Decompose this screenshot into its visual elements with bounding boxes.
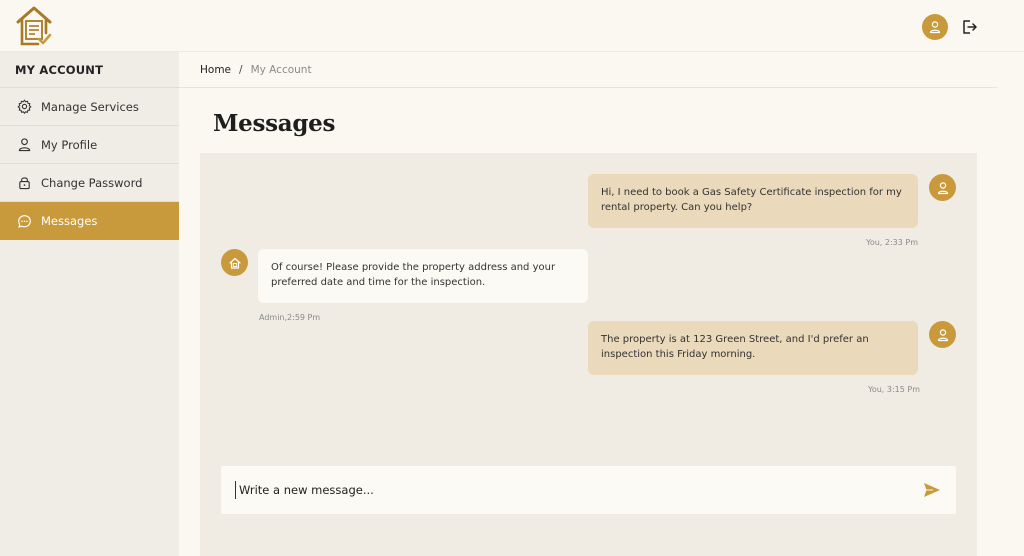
message-bubble-user: Hi, I need to book a Gas Safety Certific… [588,174,918,228]
send-icon [924,483,940,497]
message-meta: You, 3:15 Pm [868,385,920,394]
user-avatar [929,321,956,348]
sidebar-item-messages[interactable]: Messages [0,202,179,240]
page-title: Messages [213,110,336,137]
message-meta: Admin,2:59 Pm [259,313,321,322]
lock-icon [16,175,32,191]
logout-icon [963,20,977,34]
breadcrumb-separator: / [239,64,243,76]
user-icon [937,181,948,194]
sidebar-item-label: Change Password [41,175,143,190]
user-avatar [929,174,956,201]
message-bubble-user: The property is at 123 Green Street, and… [588,321,918,375]
breadcrumb-divider [179,87,997,88]
gear-icon [16,99,32,115]
chat-icon [16,213,32,229]
message-text: Of course! Please provide the property a… [271,262,556,288]
user-icon [16,137,32,153]
message-composer [221,466,956,514]
message-input[interactable] [235,481,905,499]
house-icon [228,257,241,269]
sidebar-item-label: Manage Services [41,99,139,114]
sidebar-item-my-profile[interactable]: My Profile [0,126,179,164]
message-text: The property is at 123 Green Street, and… [601,334,869,360]
message-text: Hi, I need to book a Gas Safety Certific… [601,187,902,213]
top-bar [0,0,1024,52]
logout-button[interactable] [958,16,980,38]
sidebar-title: MY ACCOUNT [0,52,179,88]
user-avatar[interactable] [922,14,948,40]
house-document-logo-icon[interactable] [15,5,53,47]
sidebar-item-change-password[interactable]: Change Password [0,164,179,202]
breadcrumb-current: My Account [250,64,312,76]
user-icon [929,21,941,34]
message-meta: You, 2:33 Pm [866,238,918,247]
user-icon [937,328,948,341]
sidebar-item-manage-services[interactable]: Manage Services [0,88,179,126]
message-bubble-admin: Of course! Please provide the property a… [258,249,588,303]
breadcrumb: Home / My Account [200,64,312,76]
admin-avatar [221,249,248,276]
sidebar-item-label: My Profile [41,137,98,152]
breadcrumb-home-link[interactable]: Home [200,64,231,76]
sidebar: MY ACCOUNT Manage Services My Profile Ch… [0,52,179,556]
sidebar-item-label: Messages [41,214,98,228]
send-button[interactable] [921,480,943,500]
